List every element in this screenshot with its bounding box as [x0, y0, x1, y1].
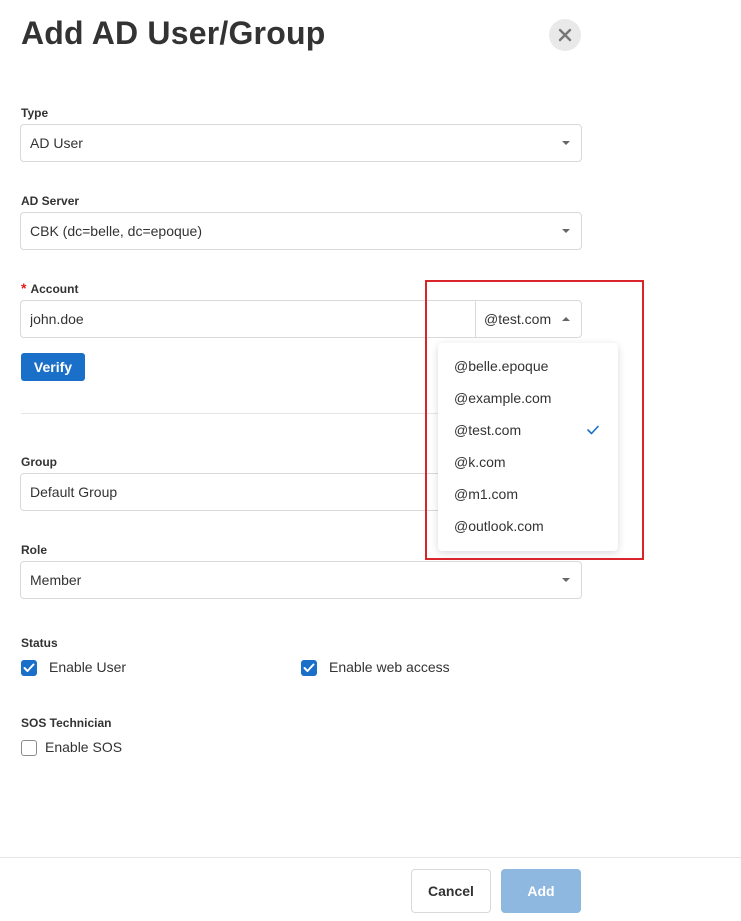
account-input[interactable] — [20, 300, 476, 338]
footer-divider — [0, 857, 741, 858]
role-label: Role — [21, 543, 48, 557]
checkmark-icon — [23, 663, 35, 672]
ad-server-select[interactable]: CBK (dc=belle, dc=epoque) — [20, 212, 582, 250]
dialog-title: Add AD User/Group — [21, 15, 326, 51]
status-label: Status — [21, 636, 58, 650]
add-button[interactable]: Add — [501, 869, 581, 913]
checkmark-icon — [303, 663, 315, 672]
group-select-value: Default Group — [30, 484, 118, 500]
enable-web-access-checkbox[interactable] — [301, 660, 317, 676]
type-select[interactable]: AD User — [20, 124, 582, 162]
enable-user-label[interactable]: Enable User — [49, 659, 126, 675]
verify-button[interactable]: Verify — [21, 353, 85, 381]
enable-user-checkbox[interactable] — [21, 660, 37, 676]
close-icon — [558, 28, 572, 42]
group-label: Group — [21, 455, 57, 469]
close-button[interactable] — [549, 19, 581, 51]
caret-down-icon — [562, 141, 570, 145]
highlight-annotation-box — [425, 280, 644, 560]
caret-down-icon — [562, 229, 570, 233]
role-select[interactable]: Member — [20, 561, 582, 599]
ad-server-label: AD Server — [21, 194, 80, 208]
role-select-value: Member — [30, 572, 82, 588]
enable-web-access-label[interactable]: Enable web access — [329, 659, 450, 675]
enable-sos-label[interactable]: Enable SOS — [45, 739, 122, 755]
enable-sos-checkbox[interactable] — [21, 740, 37, 756]
type-select-value: AD User — [30, 135, 83, 151]
account-label: * Account — [21, 280, 78, 296]
caret-down-icon — [562, 578, 570, 582]
ad-server-select-value: CBK (dc=belle, dc=epoque) — [30, 223, 202, 239]
required-marker: * — [21, 280, 27, 296]
cancel-button[interactable]: Cancel — [411, 869, 491, 913]
account-label-text: Account — [30, 282, 79, 296]
type-label: Type — [21, 106, 49, 120]
sos-technician-label: SOS Technician — [21, 716, 112, 730]
